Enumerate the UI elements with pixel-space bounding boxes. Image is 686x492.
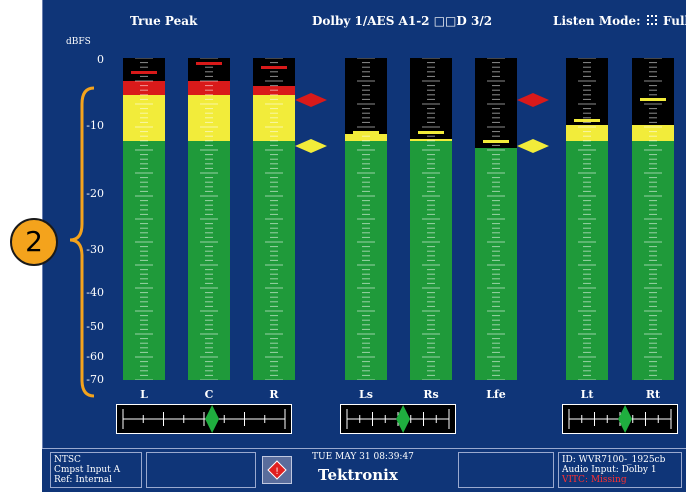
peak-hold-indicator <box>261 66 287 70</box>
vitc-status: VITC: Missing <box>562 475 627 485</box>
peak-hold-indicator <box>196 61 222 65</box>
peak-hold-indicator <box>483 139 509 143</box>
video-input: Cmpst Input A <box>54 465 121 475</box>
threshold-marker <box>517 138 549 153</box>
listen-mode-value: Full <box>662 14 686 28</box>
meter-ticks <box>135 58 153 380</box>
peak-hold-indicator <box>418 130 444 134</box>
svg-text:!: ! <box>275 467 279 477</box>
listen-mode-icon <box>646 15 657 25</box>
meter-lfe <box>475 58 517 380</box>
meter-mode-label: True Peak <box>130 14 198 28</box>
meter-rs <box>410 58 452 380</box>
units-label: dBFS <box>66 37 91 47</box>
video-standard: NTSC <box>54 455 81 465</box>
channel-label-rt: Rt <box>645 388 661 401</box>
alarm-icon[interactable]: ! <box>262 456 292 484</box>
reference-status: Ref: Internal <box>54 475 112 485</box>
channel-label-r: R <box>269 388 279 401</box>
threshold-marker <box>295 92 327 107</box>
meter-ticks <box>487 58 505 380</box>
status-box-empty-2 <box>458 452 554 488</box>
meter-rt <box>632 58 674 380</box>
phase-meter <box>562 404 678 434</box>
meter-ticks <box>644 58 662 380</box>
meter-c <box>188 58 230 380</box>
audio-source-label: Dolby 1/AES A1-2 □□D 3/2 <box>312 14 493 28</box>
channel-label-l: L <box>140 388 148 401</box>
peak-hold-indicator <box>574 119 600 123</box>
phase-meter <box>340 404 456 434</box>
date-time: TUE MAY 31 08:39:47 <box>312 452 414 462</box>
meter-ls <box>345 58 387 380</box>
channel-label-ls: Ls <box>359 388 373 401</box>
callout-badge: 2 <box>10 218 58 266</box>
meter-lt <box>566 58 608 380</box>
meter-r <box>253 58 295 380</box>
peak-hold-indicator <box>353 130 379 134</box>
audio-input-status: Audio Input: Dolby 1 <box>562 465 657 475</box>
instrument-status-box: ID: WVR7100-_1925cb Audio Input: Dolby 1… <box>558 452 682 488</box>
meter-ticks <box>422 58 440 380</box>
threshold-marker <box>295 138 327 153</box>
peak-hold-indicator <box>131 70 157 74</box>
tektronix-logo: Tektronix <box>318 466 398 484</box>
status-box-empty-1 <box>146 452 256 488</box>
channel-label-rs: Rs <box>423 388 439 401</box>
scale-label: 0 <box>97 53 104 66</box>
callout-number: 2 <box>25 225 43 258</box>
meter-ticks <box>200 58 218 380</box>
instrument-id: ID: WVR7100-_1925cb <box>562 455 666 465</box>
phase-meter <box>116 404 292 434</box>
meter-ticks <box>265 58 283 380</box>
listen-mode[interactable]: Listen Mode: Full <box>553 14 686 28</box>
channel-label-lt: Lt <box>580 388 594 401</box>
listen-mode-label: Listen Mode: <box>553 14 641 28</box>
channel-label-c: C <box>204 388 214 401</box>
channel-label-lfe: Lfe <box>486 388 506 401</box>
video-status-box: NTSC Cmpst Input A Ref: Internal <box>50 452 142 488</box>
meter-ticks <box>578 58 596 380</box>
meter-l <box>123 58 165 380</box>
scale-bracket <box>69 86 95 398</box>
threshold-marker <box>517 92 549 107</box>
meter-ticks <box>357 58 375 380</box>
peak-hold-indicator <box>640 98 666 102</box>
